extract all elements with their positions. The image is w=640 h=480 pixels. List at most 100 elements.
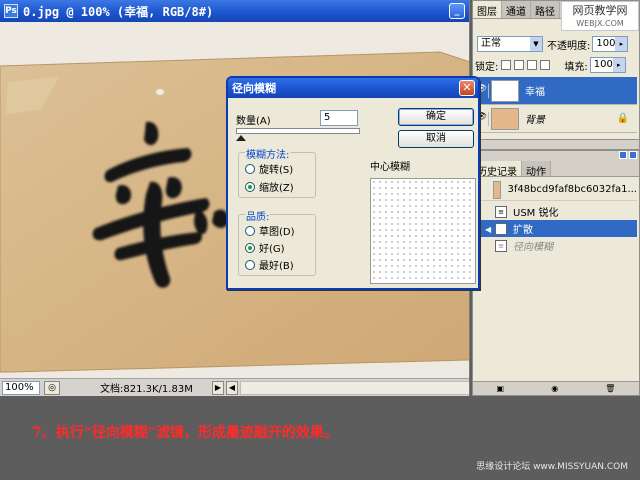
- blur-center-label: 中心模糊: [370, 162, 410, 173]
- radio-zoom[interactable]: [245, 181, 255, 192]
- fill-field[interactable]: 100% ▸: [589, 57, 626, 73]
- ok-button[interactable]: 确定: [398, 108, 474, 126]
- method-spin-option[interactable]: 旋转(S): [245, 161, 293, 176]
- dialog-title: 径向模糊: [232, 82, 276, 95]
- layer-thumbnail: [491, 79, 519, 102]
- lock-icon: 🔒: [616, 113, 629, 124]
- layers-panel: 图层 通道 路径 网页教学网 WEBJX.COM 正常 ▼ 不透明度: 100%…: [472, 0, 640, 140]
- tab-layers[interactable]: 图层: [473, 1, 502, 18]
- watermark: 思缘设计论坛 www.MISSYUAN.COM: [476, 462, 628, 472]
- radio-best[interactable]: [245, 259, 255, 270]
- radio-spin[interactable]: [245, 163, 255, 174]
- method-label: 缩放(Z): [259, 183, 294, 194]
- cancel-button[interactable]: 取消: [398, 130, 474, 148]
- quality-label: 好(G): [259, 244, 285, 255]
- history-item[interactable]: ≡ 径向模糊: [475, 237, 637, 254]
- history-item-selected[interactable]: ≡ 扩散: [475, 220, 637, 237]
- blur-method-group: 模糊方法: 旋转(S) 缩放(Z): [238, 146, 316, 198]
- quality-title: 品质:: [245, 208, 271, 223]
- trash-icon[interactable]: 🗑: [605, 384, 615, 393]
- lock-row: 锁定: 填充: 100% ▸: [475, 56, 637, 74]
- lock-transparency-icon[interactable]: [501, 60, 512, 70]
- document-size-info: 文档:821.3K/1.83M: [100, 384, 193, 395]
- lock-all-icon[interactable]: [540, 60, 551, 70]
- history-snapshot[interactable]: 3f48bcd9faf8bc6032fa1...: [475, 179, 637, 201]
- tab-paths[interactable]: 路径: [531, 1, 560, 18]
- method-label: 旋转(S): [259, 165, 294, 176]
- layer-name: 幸福: [525, 87, 545, 98]
- snapshot-icon[interactable]: ◉: [551, 384, 558, 393]
- amount-label: 数量(A): [236, 116, 271, 127]
- chevron-down-icon: ▼: [530, 37, 542, 51]
- close-icon[interactable]: ✕: [459, 80, 475, 96]
- tab-channels[interactable]: 通道: [502, 1, 531, 18]
- history-panel: 历史记录 动作 3f48bcd9faf8bc6032fa1... ≡ USM 锐…: [472, 150, 640, 396]
- site-logo-url: WEBJX.COM: [576, 19, 624, 28]
- history-tab-strip: 历史记录 动作: [473, 161, 639, 178]
- chevron-right-icon: ▸: [612, 58, 625, 72]
- history-item[interactable]: ≡ USM 锐化: [475, 203, 637, 220]
- blend-mode-value: 正常: [481, 38, 501, 49]
- photoshop-doc-icon: Ps: [4, 4, 18, 18]
- history-footer: ▣ ◉ 🗑: [473, 381, 639, 395]
- layers-panel-footer: [472, 140, 640, 150]
- tab-actions[interactable]: 动作: [522, 161, 551, 178]
- caption-strip: 7、执行“径向模糊”滤镜，形成墨迹融开的效果。 思缘设计论坛 www.MISSY…: [0, 396, 640, 480]
- site-logo: 网页教学网 WEBJX.COM: [561, 1, 639, 31]
- lock-label: 锁定:: [475, 61, 499, 73]
- history-item-label: 径向模糊: [513, 242, 553, 253]
- snapshot-thumbnail: [493, 180, 502, 199]
- scroll-left-icon[interactable]: ◀: [226, 380, 238, 395]
- history-panel-header: [473, 151, 639, 161]
- document-titlebar[interactable]: Ps 0.jpg @ 100% (幸福, RGB/8#) _: [0, 0, 469, 22]
- minimize-icon[interactable]: [619, 151, 627, 159]
- lock-brush-icon[interactable]: [514, 60, 525, 70]
- zoom-field[interactable]: 100%: [2, 380, 40, 395]
- lock-move-icon[interactable]: [527, 60, 538, 70]
- document-title: 0.jpg @ 100% (幸福, RGB/8#): [23, 4, 214, 19]
- quality-label: 最好(B): [259, 261, 294, 272]
- layer-name: 背景: [525, 115, 545, 126]
- quality-label: 草图(D): [259, 227, 295, 238]
- blur-center-preview[interactable]: [370, 178, 476, 284]
- radial-blur-dialog: 径向模糊 ✕ 数量(A) 5 确定 取消 模糊方法: 旋转(S) 缩放(Z) 品…: [226, 76, 480, 290]
- amount-slider[interactable]: [236, 128, 360, 134]
- tab-history[interactable]: 历史记录: [473, 161, 522, 178]
- radio-good[interactable]: [245, 242, 255, 253]
- history-item-label: USM 锐化: [513, 208, 559, 219]
- history-step-icon: ≡: [495, 205, 507, 218]
- radio-draft[interactable]: [245, 225, 255, 236]
- status-arrow-icon[interactable]: ▶: [212, 380, 224, 395]
- amount-input[interactable]: 5: [320, 110, 358, 126]
- fill-label: 填充:: [564, 61, 588, 73]
- history-item-label: 扩散: [513, 225, 533, 236]
- step-caption: 7、执行“径向模糊”滤镜，形成墨迹融开的效果。: [32, 425, 338, 441]
- status-menu-icon[interactable]: ◎: [44, 380, 60, 395]
- method-zoom-option[interactable]: 缩放(Z): [245, 179, 294, 194]
- layer-row-background[interactable]: 👁 背景 🔒: [475, 105, 637, 133]
- blend-row: 正常 ▼ 不透明度: 100% ▸: [477, 35, 637, 53]
- history-step-icon: ≡: [495, 239, 507, 252]
- history-step-icon: ≡: [495, 222, 507, 235]
- blur-method-title: 模糊方法:: [245, 146, 291, 161]
- blend-mode-select[interactable]: 正常 ▼: [477, 36, 543, 52]
- horizontal-scrollbar[interactable]: [240, 380, 469, 395]
- document-status-bar: 100% ◎ 文档:821.3K/1.83M ▶ ◀: [0, 378, 469, 396]
- dialog-titlebar[interactable]: 径向模糊 ✕: [228, 78, 478, 98]
- layer-thumbnail: [491, 107, 519, 130]
- site-logo-text: 网页教学网: [572, 4, 628, 17]
- chevron-right-icon: ▸: [615, 37, 628, 51]
- close-icon[interactable]: [629, 151, 637, 159]
- slider-thumb[interactable]: [236, 135, 246, 141]
- quality-best-option[interactable]: 最好(B): [245, 257, 294, 272]
- opacity-label: 不透明度:: [547, 40, 591, 52]
- history-brush-icon: ◀: [485, 225, 492, 234]
- opacity-field[interactable]: 100% ▸: [592, 36, 629, 52]
- new-document-icon[interactable]: ▣: [497, 384, 505, 393]
- quality-draft-option[interactable]: 草图(D): [245, 223, 295, 238]
- snapshot-name: 3f48bcd9faf8bc6032fa1...: [507, 184, 637, 195]
- layer-row-text[interactable]: 👁 幸福: [475, 77, 637, 105]
- quality-group: 品质: 草图(D) 好(G) 最好(B): [238, 208, 316, 276]
- minimize-icon[interactable]: _: [449, 3, 465, 19]
- quality-good-option[interactable]: 好(G): [245, 240, 285, 255]
